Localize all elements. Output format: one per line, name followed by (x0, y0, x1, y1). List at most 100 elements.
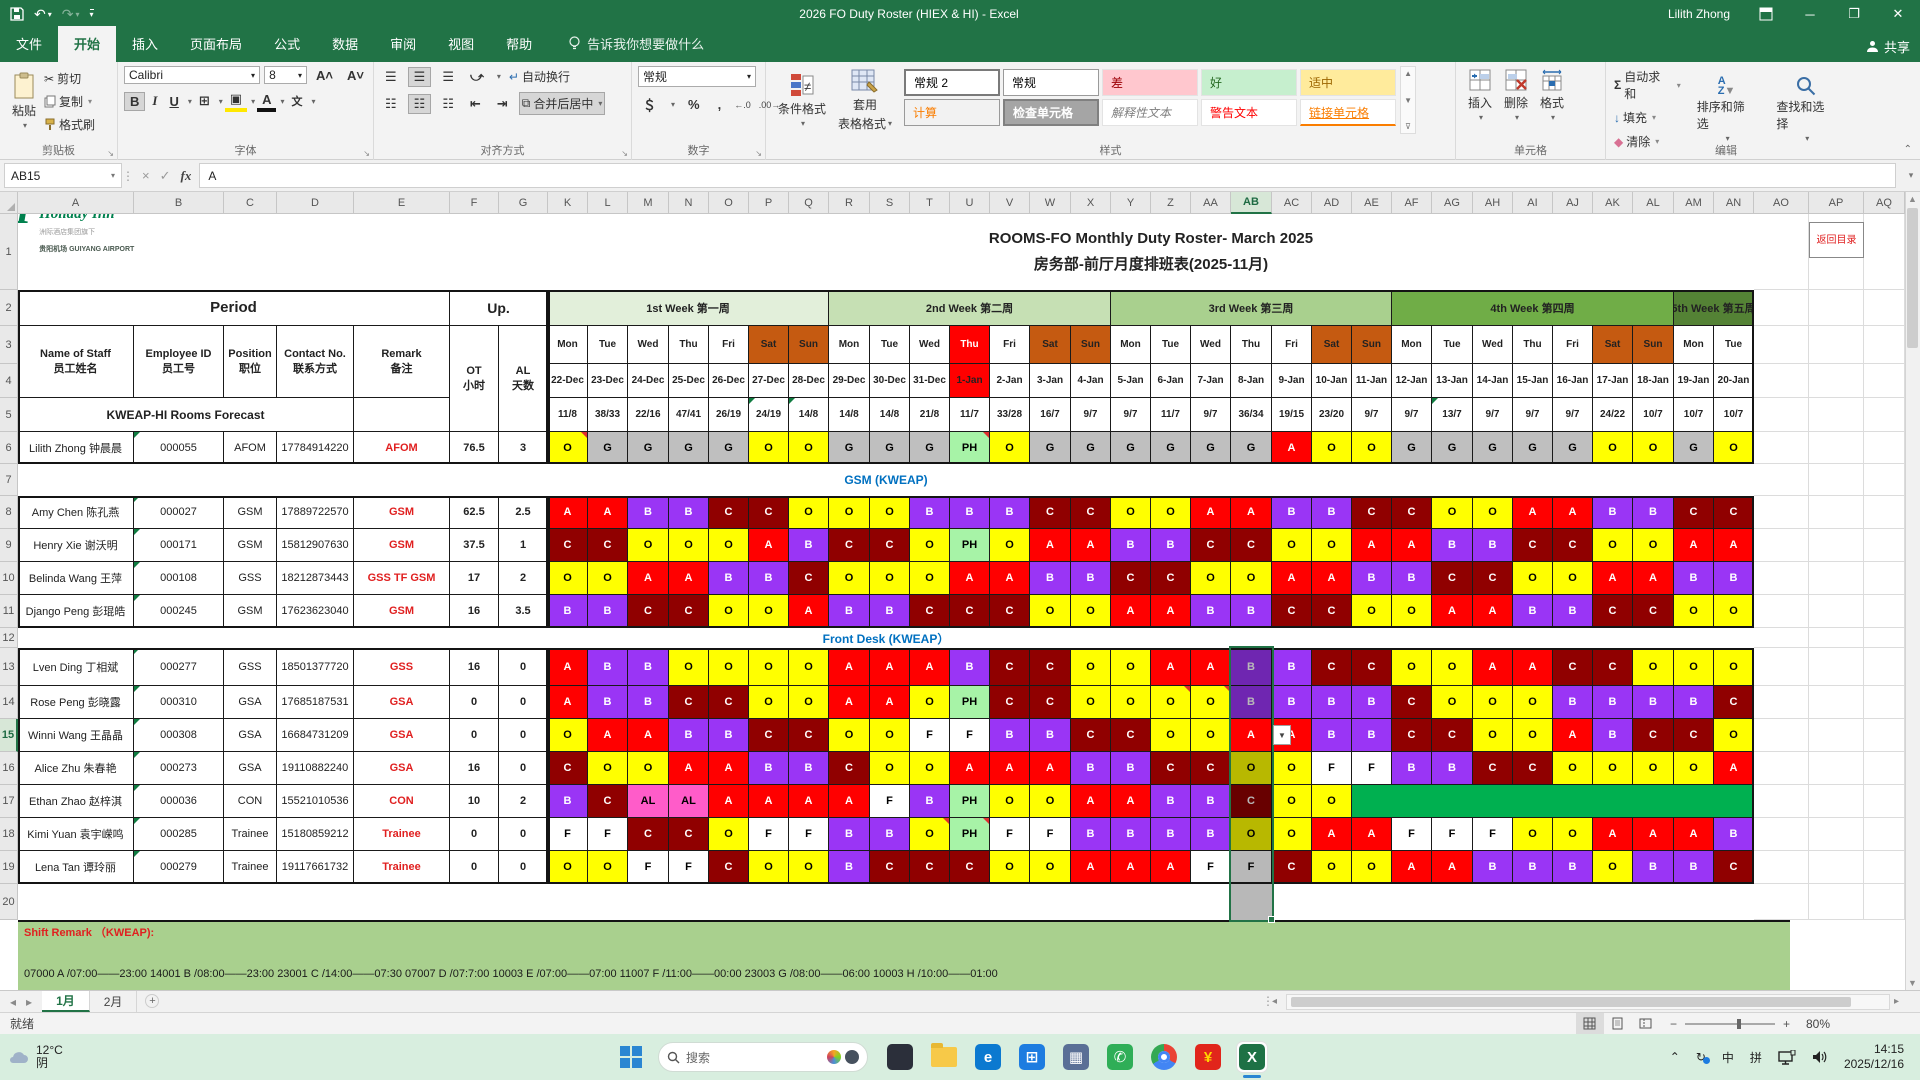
menu-tab-帮助[interactable]: 帮助 (490, 26, 548, 62)
shift-cell[interactable]: B (1030, 562, 1071, 595)
col-header-Y[interactable]: Y (1111, 192, 1151, 214)
copy-button[interactable]: 复制▾ (42, 91, 97, 112)
shift-cell[interactable]: G (1111, 432, 1151, 464)
staff-id[interactable]: 000171 (134, 529, 224, 562)
shift-cell[interactable]: F (950, 719, 990, 752)
row-header-18[interactable]: 18 (0, 818, 18, 851)
shift-cell[interactable]: B (990, 496, 1030, 529)
col-header-AM[interactable]: AM (1674, 192, 1714, 214)
shift-cell[interactable]: B (749, 562, 789, 595)
shift-cell[interactable]: O (1111, 648, 1151, 686)
shift-cell[interactable]: O (990, 785, 1030, 818)
shift-cell[interactable]: C (709, 496, 749, 529)
shift-cell[interactable]: B (1513, 595, 1553, 628)
shift-cell[interactable]: O (870, 496, 910, 529)
shift-cell[interactable]: F (870, 785, 910, 818)
shift-cell[interactable]: C (1231, 785, 1272, 818)
shift-cell[interactable]: C (990, 648, 1030, 686)
align-center-icon[interactable]: ☷ (408, 94, 432, 114)
col-header-B[interactable]: B (134, 192, 224, 214)
row-header-5[interactable]: 5 (0, 398, 18, 432)
shift-cell[interactable]: B (628, 496, 669, 529)
staff-contact[interactable]: 18501377720 (277, 648, 354, 686)
shift-cell[interactable]: O (1272, 752, 1312, 785)
cell-style-警告文本[interactable]: 警告文本 (1201, 99, 1297, 126)
empty-cell[interactable] (1754, 884, 1809, 920)
staff-id[interactable]: 000285 (134, 818, 224, 851)
cut-button[interactable]: ✂剪切 (42, 68, 97, 89)
row-header-12[interactable]: 12 (0, 628, 18, 648)
col-header-AB[interactable]: AB (1231, 192, 1272, 214)
staff-contact[interactable]: 19117661732 (277, 851, 354, 884)
shift-cell[interactable]: C (1111, 562, 1151, 595)
shift-cell[interactable]: O (1432, 496, 1473, 529)
shift-cell[interactable]: A (1191, 648, 1231, 686)
back-to-index-link[interactable]: 返回目录 (1809, 222, 1864, 258)
shift-cell[interactable]: B (1674, 562, 1714, 595)
shift-cell[interactable]: C (1674, 496, 1714, 529)
shift-cell[interactable]: B (669, 496, 709, 529)
shift-cell[interactable]: O (1553, 818, 1593, 851)
shift-cell[interactable]: A (1312, 562, 1352, 595)
sheet-nav-left-icon[interactable]: ◂ (10, 995, 16, 1009)
staff-contact[interactable]: 17623623040 (277, 595, 354, 628)
shift-cell[interactable]: G (669, 432, 709, 464)
shift-cell[interactable]: A (1151, 595, 1191, 628)
empty-cell[interactable] (1864, 628, 1905, 648)
shift-cell[interactable]: O (910, 529, 950, 562)
bold-button[interactable]: B (124, 92, 145, 111)
staff-id[interactable]: 000310 (134, 686, 224, 719)
shift-cell[interactable]: B (1071, 818, 1111, 851)
shift-cell[interactable]: F (1030, 818, 1071, 851)
staff-al-days[interactable]: 1 (499, 529, 548, 562)
shift-cell[interactable]: C (1111, 719, 1151, 752)
shift-cell[interactable]: G (1432, 432, 1473, 464)
shift-cell[interactable]: G (1674, 432, 1714, 464)
shift-cell[interactable]: C (709, 851, 749, 884)
row-header-11[interactable]: 11 (0, 595, 18, 628)
empty-cell[interactable] (1809, 648, 1864, 686)
shift-cell[interactable]: C (1272, 595, 1312, 628)
shift-cell[interactable]: A (1392, 851, 1432, 884)
shift-cell[interactable]: B (1071, 562, 1111, 595)
cell-style-常规[interactable]: 常规 (1003, 69, 1099, 96)
empty-cell[interactable] (1754, 398, 1809, 432)
zoom-out-icon[interactable]: − (1670, 1017, 1677, 1031)
empty-cell[interactable] (1809, 398, 1864, 432)
fill-color-button[interactable]: ▣ (225, 90, 247, 112)
col-header-AL[interactable]: AL (1633, 192, 1674, 214)
empty-cell[interactable] (1754, 595, 1809, 628)
staff-position[interactable]: GSA (224, 686, 277, 719)
shift-cell[interactable]: O (1272, 529, 1312, 562)
shift-cell[interactable]: B (1151, 529, 1191, 562)
shift-cell[interactable]: C (1352, 648, 1392, 686)
menu-tab-文件[interactable]: 文件 (0, 26, 58, 62)
shift-cell[interactable]: A (1633, 818, 1674, 851)
shift-cell[interactable]: A (709, 785, 749, 818)
shift-cell[interactable]: C (1473, 752, 1513, 785)
confirm-entry-icon[interactable]: ✓ (160, 168, 171, 184)
minimize-button[interactable]: ─ (1788, 0, 1832, 28)
col-header-G[interactable]: G (499, 192, 548, 214)
staff-contact[interactable]: 17784914220 (277, 432, 354, 464)
empty-cell[interactable] (1754, 562, 1809, 595)
empty-cell[interactable] (1864, 686, 1905, 719)
staff-ot-hours[interactable]: 17 (450, 562, 499, 595)
col-header-V[interactable]: V (990, 192, 1030, 214)
staff-contact[interactable]: 19110882240 (277, 752, 354, 785)
empty-cell[interactable] (1864, 529, 1905, 562)
shift-cell[interactable]: O (1151, 496, 1191, 529)
shift-cell[interactable]: B (1312, 719, 1352, 752)
decrease-indent-icon[interactable]: ⇤ (465, 95, 486, 113)
staff-ot-hours[interactable]: 76.5 (450, 432, 499, 464)
shift-cell[interactable]: B (870, 595, 910, 628)
shift-cell[interactable]: A (789, 785, 829, 818)
staff-position[interactable]: GSA (224, 752, 277, 785)
staff-id[interactable]: 000279 (134, 851, 224, 884)
staff-al-days[interactable]: 0 (499, 752, 548, 785)
shift-cell[interactable]: PH (950, 529, 990, 562)
shift-cell[interactable]: F (669, 851, 709, 884)
shift-cell[interactable]: A (1071, 785, 1111, 818)
empty-cell[interactable] (1864, 884, 1905, 920)
validation-dropdown-button[interactable]: ▼ (1273, 725, 1291, 745)
